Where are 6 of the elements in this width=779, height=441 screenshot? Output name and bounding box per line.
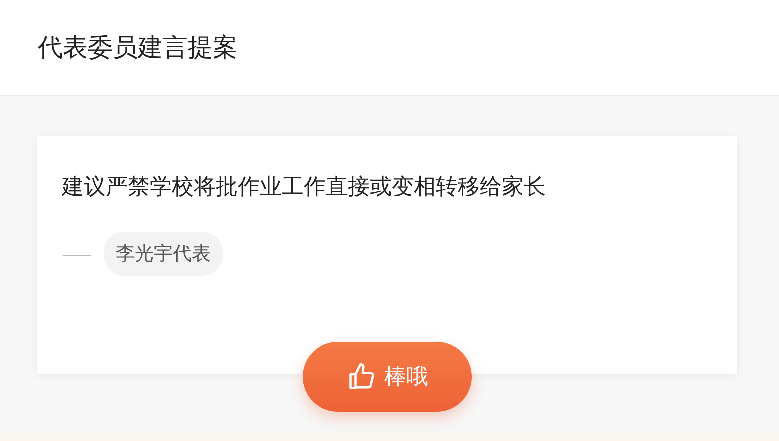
thumbs-up-icon	[346, 362, 376, 392]
proposal-title: 建议严禁学校将批作业工作直接或变相转移给家长	[62, 174, 547, 202]
dash-text: ——	[62, 244, 90, 264]
page-title: 代表委员建言提案	[38, 32, 238, 64]
like-button[interactable]: 棒哦	[303, 342, 472, 412]
author-tag: 李光宇代表	[104, 232, 223, 276]
